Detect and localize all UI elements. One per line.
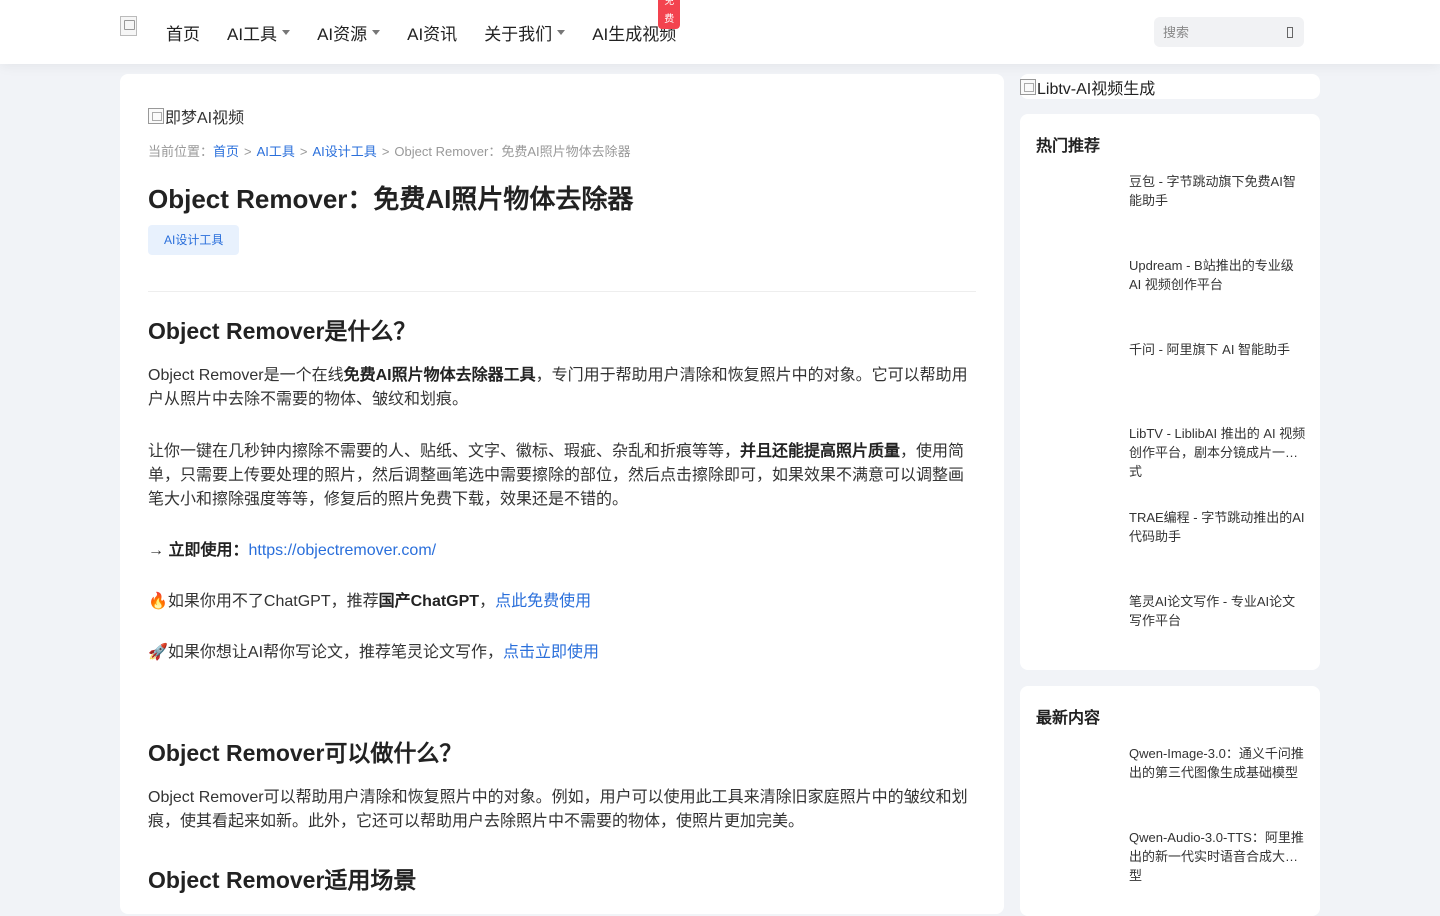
thumbnail-image[interactable] (1036, 508, 1121, 572)
breadcrumb-link-ai-tools[interactable]: AI工具 (257, 144, 295, 159)
paragraph-chatgpt: 🔥如果你用不了ChatGPT，推荐国产ChatGPT，点此免费使用 (148, 590, 978, 614)
thumbnail-image[interactable] (1036, 172, 1121, 236)
nav-item-ai-video[interactable]: AI生成视频 免费 (592, 0, 681, 45)
hot-recommend-card: 热门推荐 豆包 - 字节跳动旗下免费AI智能助手 Updream - B站推出的… (1020, 114, 1320, 670)
breadcrumb: 当前位置：首页 > AI工具 > AI设计工具 > Object Remover：免费AI照… (148, 141, 631, 160)
banner-alt-text: Libtv-AI视频生成 (1037, 80, 1156, 98)
nav-item-ai-news[interactable]: AI资讯 (407, 20, 457, 45)
breadcrumb-current: Object Remover：免费AI照片物体去除器 (394, 144, 631, 159)
caret-down-icon (557, 29, 566, 35)
list-item-link[interactable]: 笔灵AI论文写作 - 专业AI论文写作平台 (1129, 592, 1306, 660)
list-item-link[interactable]: LibTV - LiblibAI 推出的 AI 视频创作平台，剧本分镜成片一站式 (1129, 424, 1306, 492)
breadcrumb-separator: > (244, 144, 252, 159)
rocket-emoji-icon: 🚀 (148, 644, 168, 661)
bold-text: 国产ChatGPT (378, 593, 480, 610)
nav-item-home[interactable]: 首页 (166, 20, 200, 45)
bold-text: 免费AI照片物体去除器工具 (343, 367, 536, 384)
paragraph-paper-writing: 🚀如果你想让AI帮你写论文，推荐笔灵论文写作，点击立即使用 (148, 641, 978, 665)
paper-writing-link[interactable]: 点击立即使用 (503, 644, 599, 661)
thumbnail-image[interactable] (1036, 256, 1121, 320)
libtv-banner-image[interactable]: Libtv-AI视频生成 (1020, 74, 1320, 99)
list-item[interactable]: TRAE编程 - 字节跳动推出的AI代码助手 (1036, 508, 1306, 576)
nav-item-ai-resources[interactable]: AI资源 (317, 20, 381, 45)
paragraph-use-now: → 立即使用：https://objectremover.com/ (148, 539, 978, 563)
broken-image-icon (1020, 78, 1036, 95)
chatgpt-free-link[interactable]: 点此免费使用 (495, 593, 591, 610)
list-item-link[interactable]: Qwen-Image-3.0：通义千问推出的第三代图像生成基础模型 (1129, 744, 1306, 812)
thumbnail-image[interactable] (1036, 744, 1121, 808)
caret-down-icon (372, 29, 381, 35)
paragraph-can-do: Object Remover可以帮助用户清除和恢复照片中的对象。例如，用户可以使… (148, 789, 968, 830)
list-item[interactable]: Qwen-Image-3.0：通义千问推出的第三代图像生成基础模型 (1036, 744, 1306, 812)
list-item[interactable]: 千问 - 阿里旗下 AI 智能助手 (1036, 340, 1306, 408)
search-icon[interactable] (1287, 27, 1293, 38)
text: Object Remover是一个在线 (148, 367, 344, 384)
nav-item-label: 关于我们 (484, 24, 553, 44)
search-box (1154, 17, 1304, 47)
free-badge: 免费 (658, 0, 681, 29)
latest-content-title: 最新内容 (1036, 710, 1101, 727)
list-item-link[interactable]: 豆包 - 字节跳动旗下免费AI智能助手 (1129, 172, 1306, 240)
thumbnail-image[interactable] (1036, 592, 1121, 656)
main-nav: 首页 AI工具 AI资源 AI资讯 关于我们 AI生成视频 免费 (166, 0, 703, 64)
breadcrumb-prefix: 当前位置： (148, 144, 214, 159)
breadcrumb-link-ai-design[interactable]: AI设计工具 (313, 144, 377, 159)
text: 如果你想让AI帮你写论文，推荐笔灵论文写作， (167, 644, 504, 661)
list-item-link[interactable]: TRAE编程 - 字节跳动推出的AI代码助手 (1129, 508, 1306, 576)
list-item-link[interactable]: 千问 - 阿里旗下 AI 智能助手 (1129, 340, 1306, 408)
caret-down-icon (282, 29, 291, 35)
list-item[interactable]: LibTV - LiblibAI 推出的 AI 视频创作平台，剧本分镜成片一站式 (1036, 424, 1306, 492)
breadcrumb-separator: > (299, 144, 308, 159)
site-logo[interactable] (120, 16, 137, 36)
site-header: 首页 AI工具 AI资源 AI资讯 关于我们 AI生成视频 免费 (0, 0, 1440, 64)
list-item-link[interactable]: Qwen-Audio-3.0-TTS：阿里推出的新一代实时语音合成大模型 (1129, 828, 1306, 896)
bold-text: 立即使用： (168, 542, 249, 559)
section-heading-what: Object Remover是什么？ (148, 318, 417, 344)
arrow-text: → (148, 542, 169, 559)
paragraph-features: 让你一键在几秒钟内擦除不需要的人、贴纸、文字、徽标、瑕疵、杂乱和折痕等等，并且还… (148, 440, 978, 512)
nav-item-label: AI资讯 (407, 24, 458, 44)
thumbnail-image[interactable] (1036, 828, 1121, 892)
list-item[interactable]: Updream - B站推出的专业级 AI 视频创作平台 (1036, 256, 1306, 324)
thumbnail-image[interactable] (1036, 340, 1121, 404)
divider (148, 291, 976, 292)
jimeng-banner-image[interactable]: 即梦AI视频 (148, 104, 244, 128)
banner-alt-text: 即梦AI视频 (165, 110, 245, 127)
hot-recommend-title: 热门推荐 (1036, 138, 1101, 155)
bold-text: 并且还能提高照片质量 (740, 443, 901, 460)
thumbnail-image[interactable] (1036, 424, 1121, 488)
text: 如果你用不了ChatGPT，推荐 (167, 593, 379, 610)
section-heading-can-do: Object Remover可以做什么？ (148, 740, 463, 766)
nav-item-about[interactable]: 关于我们 (484, 20, 566, 45)
nav-item-label: AI资源 (317, 24, 368, 44)
broken-image-icon (148, 108, 164, 124)
article-card: 即梦AI视频 当前位置：首页 > AI工具 > AI设计工具 > Object Remove… (120, 74, 1004, 914)
text: 让你一键在几秒钟内擦除不需要的人、贴纸、文字、徽标、瑕疵、杂乱和折痕等等， (148, 443, 741, 460)
nav-item-label: 首页 (166, 24, 200, 44)
breadcrumb-separator: > (381, 144, 390, 159)
latest-content-card: 最新内容 Qwen-Image-3.0：通义千问推出的第三代图像生成基础模型 Q… (1020, 686, 1320, 916)
section-heading-scenarios: Object Remover适用场景 (148, 867, 417, 893)
list-item[interactable]: 豆包 - 字节跳动旗下免费AI智能助手 (1036, 172, 1306, 240)
list-item[interactable]: Qwen-Audio-3.0-TTS：阿里推出的新一代实时语音合成大模型 (1036, 828, 1306, 896)
nav-item-ai-tools[interactable]: AI工具 (227, 20, 291, 45)
list-item[interactable]: 笔灵AI论文写作 - 专业AI论文写作平台 (1036, 592, 1306, 660)
paragraph-intro: Object Remover是一个在线免费AI照片物体去除器工具，专门用于帮助用… (148, 364, 978, 412)
search-input[interactable] (1154, 24, 1272, 40)
breadcrumb-link-home[interactable]: 首页 (213, 144, 239, 159)
fire-emoji-icon: 🔥 (148, 593, 168, 610)
page-title: Object Remover：免费AI照片物体去除器 (148, 184, 634, 214)
list-item-link[interactable]: Updream - B站推出的专业级 AI 视频创作平台 (1129, 256, 1306, 324)
nav-item-label: AI工具 (227, 24, 278, 44)
text: ， (479, 593, 496, 610)
category-tag[interactable]: AI设计工具 (148, 225, 240, 255)
official-site-link[interactable]: https://objectremover.com/ (248, 542, 436, 559)
